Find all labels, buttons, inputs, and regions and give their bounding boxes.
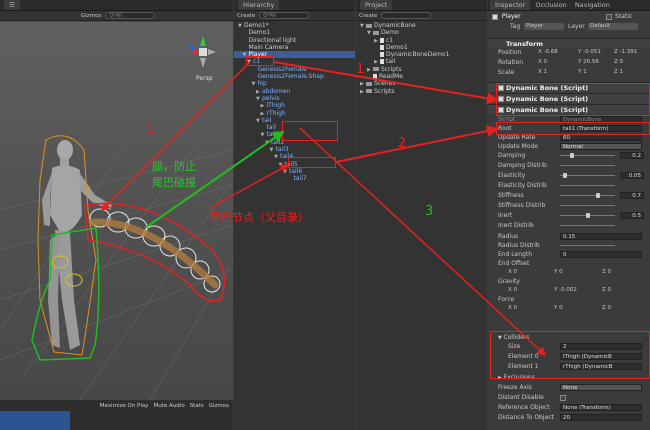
annotation-3: 3	[425, 204, 434, 219]
arrow-thigh-to-colliders	[299, 127, 547, 357]
arrow-tail-to-tail1	[209, 164, 290, 209]
annotation-arrows	[100, 61, 547, 357]
annotation-green-text-1: 腿，防止	[152, 160, 196, 173]
arrow-tail1-to-root	[335, 125, 499, 163]
annotation-red-text: 尾巴节点（父目录）	[210, 211, 309, 224]
annotation-1a: 1	[147, 122, 156, 137]
arrow-player-to-component	[273, 61, 499, 105]
annotation-green-text-2: 尾巴碰撞	[152, 176, 196, 189]
annotation-1b: 1	[356, 62, 365, 77]
annotation-2: 2	[398, 136, 407, 151]
